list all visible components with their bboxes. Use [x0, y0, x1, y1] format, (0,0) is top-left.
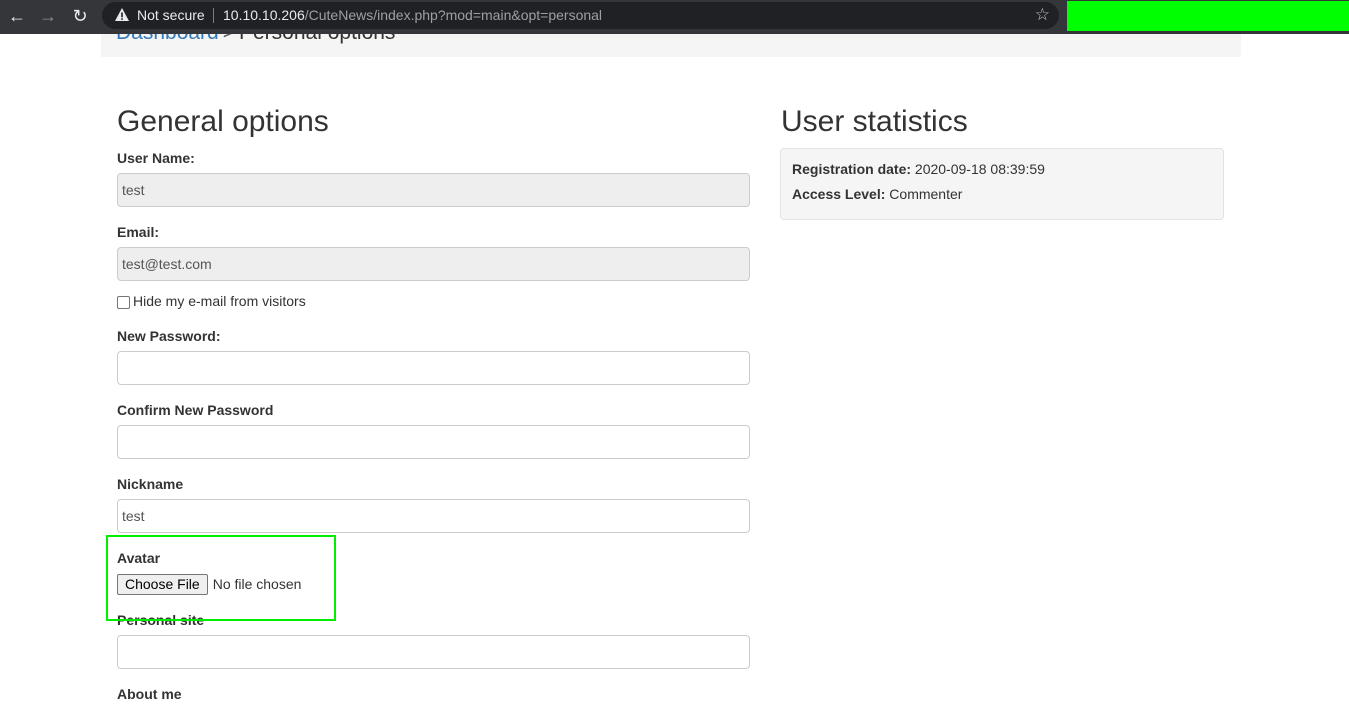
confirm-password-label: Confirm New Password — [117, 402, 274, 418]
new-password-label: New Password: — [117, 328, 221, 344]
nickname-input[interactable]: test — [117, 499, 750, 533]
hide-email-label[interactable]: Hide my e-mail from visitors — [133, 293, 306, 309]
hide-email-row[interactable]: Hide my e-mail from visitors — [117, 293, 306, 309]
nickname-label: Nickname — [117, 476, 184, 492]
email-label: Email: — [117, 224, 160, 240]
registration-date-row: Registration date: 2020-09-18 08:39:59 — [792, 161, 1045, 177]
access-level-value: Commenter — [889, 186, 963, 202]
general-options-title: General options — [117, 105, 329, 138]
bookmark-star-icon[interactable]: ☆ — [1035, 5, 1050, 25]
warning-icon[interactable] — [114, 7, 130, 23]
forward-arrow-icon[interactable]: → — [36, 5, 60, 27]
breadcrumb-dashboard-link[interactable]: Dashboard — [116, 34, 219, 44]
breadcrumb-current: Personal options — [239, 34, 395, 44]
url-text[interactable]: 10.10.10.206/CuteNews/index.php?mod=main… — [223, 7, 602, 23]
access-level-row: Access Level: Commenter — [792, 186, 962, 202]
reload-icon[interactable]: ↻ — [68, 5, 92, 27]
redaction-block — [1067, 1, 1349, 31]
security-status[interactable]: Not secure — [137, 7, 205, 23]
personal-site-input[interactable] — [117, 635, 750, 669]
avatar-highlight-box — [106, 535, 336, 621]
new-password-input[interactable] — [117, 351, 750, 385]
registration-date-value: 2020-09-18 08:39:59 — [914, 161, 1045, 177]
access-level-label: Access Level: — [792, 186, 886, 202]
user-statistics-title: User statistics — [781, 105, 968, 138]
about-me-label: About me — [117, 686, 182, 702]
url-path: /CuteNews/index.php?mod=main&opt=persona… — [304, 7, 603, 23]
registration-date-label: Registration date: — [792, 161, 912, 177]
user-statistics-panel: Registration date: 2020-09-18 08:39:59 A… — [780, 148, 1224, 220]
browser-toolbar: ← → ↻ Not secure 10.10.10.206/CuteNews/i… — [0, 0, 1349, 34]
username-input[interactable]: test — [117, 173, 750, 207]
hide-email-checkbox[interactable] — [117, 296, 130, 309]
address-separator — [213, 8, 214, 23]
breadcrumb-separator: > — [223, 34, 235, 44]
confirm-password-input[interactable] — [117, 425, 750, 459]
email-input[interactable]: test@test.com — [117, 247, 750, 281]
username-label: User Name: — [117, 150, 195, 166]
back-arrow-icon[interactable]: ← — [5, 5, 29, 27]
address-bar[interactable]: Not secure 10.10.10.206/CuteNews/index.p… — [102, 2, 1059, 29]
url-host: 10.10.10.206 — [223, 7, 305, 23]
breadcrumb: Dashboard > Personal options — [101, 34, 1241, 57]
